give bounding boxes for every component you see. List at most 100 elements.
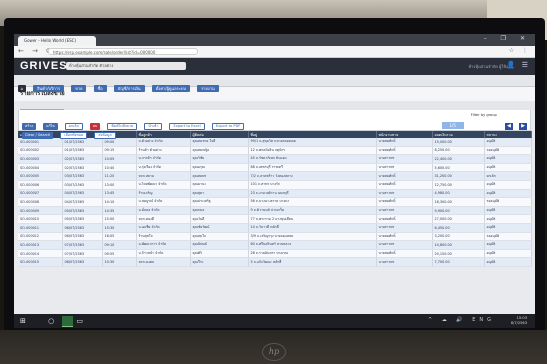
import-button[interactable]: นำเข้า xyxy=(144,123,163,130)
column-header[interactable]: สถานะ xyxy=(484,131,532,138)
url-field[interactable]: https://erp.example.com/sale/order/list?… xyxy=(48,48,198,55)
menu-item[interactable]: รายงาน xyxy=(197,85,219,92)
table-cell: SO-000002 xyxy=(18,146,63,156)
table-cell: ร้านค้า ตัวอย่าง xyxy=(136,146,191,156)
table-cell: SO-000012 xyxy=(18,232,63,242)
table-cell: ร้านสุขใจ xyxy=(136,232,191,242)
system-tray-icon[interactable]: ^ ☁ 🔊 ENG xyxy=(428,317,495,323)
table-cell: 05/07/2563 xyxy=(62,214,103,224)
table-row[interactable]: SO-000013 07/07/2563 09:10 บ.พัฒนาการ จำกัด… xyxy=(18,240,532,250)
table-row[interactable]: SO-000007 04/07/2563 13:45 ร้านเจริญ คุณสุดา… xyxy=(18,189,532,199)
table-row[interactable]: SO-000002 01/07/2563 09:15 ร้านค้า ตัวอย่าง… xyxy=(18,146,532,156)
clock[interactable]: 15:03 8/7/2563 xyxy=(511,316,527,326)
app-header: GRIVES ห้างหุ้นส่วนจำกัด ตัวอย่าง ห้างหุ… xyxy=(14,58,535,75)
table-cell: 6,450.00 xyxy=(432,223,485,233)
select-all-button[interactable]: เลือกทั้งหมด xyxy=(60,132,88,139)
home-icon[interactable]: ⌂ xyxy=(18,85,26,92)
table-cell: SO-000013 xyxy=(18,240,63,250)
table-cell: 7,700.00 xyxy=(432,257,485,267)
table-cell: นายสมศักดิ์ xyxy=(376,146,433,156)
table-row[interactable]: SO-000008 04/07/2563 14:10 บ.สมบูรณ์ จำกัดค… xyxy=(18,197,532,207)
table-cell: 14:35 xyxy=(102,206,137,216)
table-cell: คุณวันดี xyxy=(190,214,249,224)
table-cell: 9,900.00 xyxy=(432,206,485,216)
user-icon[interactable]: 👤 ☰ xyxy=(507,61,530,69)
table-cell: คุณสมชาย ใจดี xyxy=(190,138,249,147)
column-header[interactable]: พนักงานขาย xyxy=(376,131,433,138)
pager: 1/5 Filter by group ◀ ▶ xyxy=(441,112,527,131)
table-cell: รออนุมัติ xyxy=(484,146,532,156)
table-row[interactable]: SO-000014 07/07/2563 09:55 บ.ก้าวหน้า จำกัด… xyxy=(18,249,532,259)
table-row[interactable]: SO-000006 03/07/2563 13:00 บ.ไทยพัฒนา จำกัด… xyxy=(18,180,532,190)
table-cell: SO-000011 xyxy=(18,223,63,233)
table-cell: บ.รุ่งเรือง จำกัด xyxy=(136,163,191,173)
table-cell: 01/07/2563 xyxy=(62,146,103,156)
table-cell: นางสาวพร xyxy=(376,189,433,199)
table-cell: คุณชัยวัฒน์ xyxy=(190,223,249,233)
clear-search-button[interactable]: Clear / Search xyxy=(22,132,54,139)
table-row[interactable]: SO-000003 02/07/2563 10:05 บ.การค้า จำกัด คุ… xyxy=(18,154,532,164)
table-row[interactable]: SO-000011 06/07/2563 15:30 บ.เอเชีย จำกัด คุ… xyxy=(18,223,532,233)
table-cell: คุณสมใจ xyxy=(190,232,249,242)
table-row[interactable]: SO-000012 06/07/2563 16:05 ร้านสุขใจ คุณสมใจ… xyxy=(18,232,532,242)
table-row[interactable]: SO-000009 05/07/2563 14:35 บ.มั่นคง จำกัด คุ… xyxy=(18,206,532,216)
column-header[interactable]: ที่อยู่ xyxy=(248,131,377,138)
prev-page-button[interactable]: ◀ xyxy=(504,123,513,130)
menu-item[interactable]: บัญชี/การเงิน xyxy=(113,85,145,92)
column-header[interactable]: ยอดเงินรวม xyxy=(432,131,485,138)
company-select[interactable]: ห้างหุ้นส่วนจำกัด ตัวอย่าง xyxy=(66,62,186,70)
table-cell: บ.สมบูรณ์ จำกัด xyxy=(136,197,191,207)
send-data-button[interactable]: ส่งข้อมูล xyxy=(94,132,116,139)
page-count[interactable]: 1/5 xyxy=(441,122,464,129)
export-pdf-button[interactable]: Export to PDF xyxy=(211,123,245,130)
browser-address-bar: ← → ⟳ https://erp.example.com/sale/order… xyxy=(14,46,535,58)
menu-item[interactable]: ซื้อ xyxy=(93,85,107,92)
table-cell: 56 ถ.บางนา-ตราด บางนา xyxy=(248,197,377,207)
menu-item[interactable]: ตั้งค่า/ผู้ดูแลระบบ xyxy=(151,85,190,92)
table-cell: 8,250.00 xyxy=(432,146,485,156)
browser-tab[interactable]: Gower - Hello World (ESC) xyxy=(18,36,96,46)
table-cell: 5,600.00 xyxy=(432,163,485,173)
taskbar-browser-icon[interactable] xyxy=(62,316,73,327)
app-logo[interactable]: GRIVES xyxy=(20,60,68,72)
table-cell: SO-000004 xyxy=(18,163,63,173)
menu-item[interactable]: สินค้า/บริการ xyxy=(33,85,65,92)
column-header[interactable]: ผู้ติดต่อ xyxy=(190,131,249,138)
table-cell: คุณมานะ xyxy=(190,180,249,190)
table-cell: 04/07/2563 xyxy=(62,197,103,207)
table-cell: อนุมัติ xyxy=(484,154,532,164)
export-excel-button[interactable]: Export to Excel xyxy=(169,123,205,130)
table-cell: คุณศิริ xyxy=(190,249,249,259)
table-cell: คุณสุดา xyxy=(190,189,249,199)
table-cell: 15,000.00 xyxy=(432,138,485,147)
table-cell: คุณวิชัย xyxy=(190,154,249,164)
table-cell: อนุมัติ xyxy=(484,223,532,233)
table-cell: นางสาวพร xyxy=(376,163,433,173)
table-row[interactable]: SO-000010 05/07/2563 15:00 หจก.ทองดี คุณวันด… xyxy=(18,214,532,224)
table-row[interactable]: SO-000015 08/07/2563 10:30 หจก.มงคล คุณวีระ 5… xyxy=(18,257,532,267)
filter-label: Filter by group xyxy=(470,113,497,117)
table-cell: 4,980.00 xyxy=(432,189,485,199)
table-cell: 04/07/2563 xyxy=(62,189,103,199)
start-icon[interactable]: ⊞ ○ ▭ xyxy=(20,317,93,325)
table-cell: บ.มั่นคง จำกัด xyxy=(136,206,191,216)
table-cell: นางสาวพร xyxy=(376,223,433,233)
table-cell: SO-000015 xyxy=(18,257,63,267)
table-cell: นายสมศักดิ์ xyxy=(376,214,433,224)
table-cell: 13:00 xyxy=(102,180,137,190)
window-controls[interactable]: – ❐ ✕ xyxy=(484,35,531,42)
column-header[interactable]: ชื่อลูกค้า xyxy=(136,131,191,138)
table-row[interactable]: SO-000004 02/07/2563 10:40 บ.รุ่งเรือง จำกั… xyxy=(18,163,532,173)
table-cell: นายสมศักดิ์ xyxy=(376,249,433,259)
toolbar-row: Clear / Search เลือกทั้งหมด ส่งข้อมูล xyxy=(22,121,118,140)
table-cell: 03/07/2563 xyxy=(62,180,103,190)
menu-item[interactable]: ขาย xyxy=(71,85,87,92)
table-body: SO-000001 01/07/2563 09:00 บ.ตัวอย่าง จำกัด… xyxy=(18,138,532,267)
next-page-button[interactable]: ▶ xyxy=(519,123,527,130)
table-row[interactable]: SO-000005 03/07/2563 11:20 หจก.สยาม คุณสมพร 7… xyxy=(18,171,532,181)
taskbar: ⊞ ○ ▭ ^ ☁ 🔊 ENG 15:03 8/7/2563 xyxy=(14,314,535,328)
browser-menu-icon[interactable]: ☆ ⋮ xyxy=(509,47,531,54)
table-cell: นายสมศักดิ์ xyxy=(376,232,433,242)
table-cell: นางสาวพร xyxy=(376,240,433,250)
table-cell: หจก.ทองดี xyxy=(136,214,191,224)
